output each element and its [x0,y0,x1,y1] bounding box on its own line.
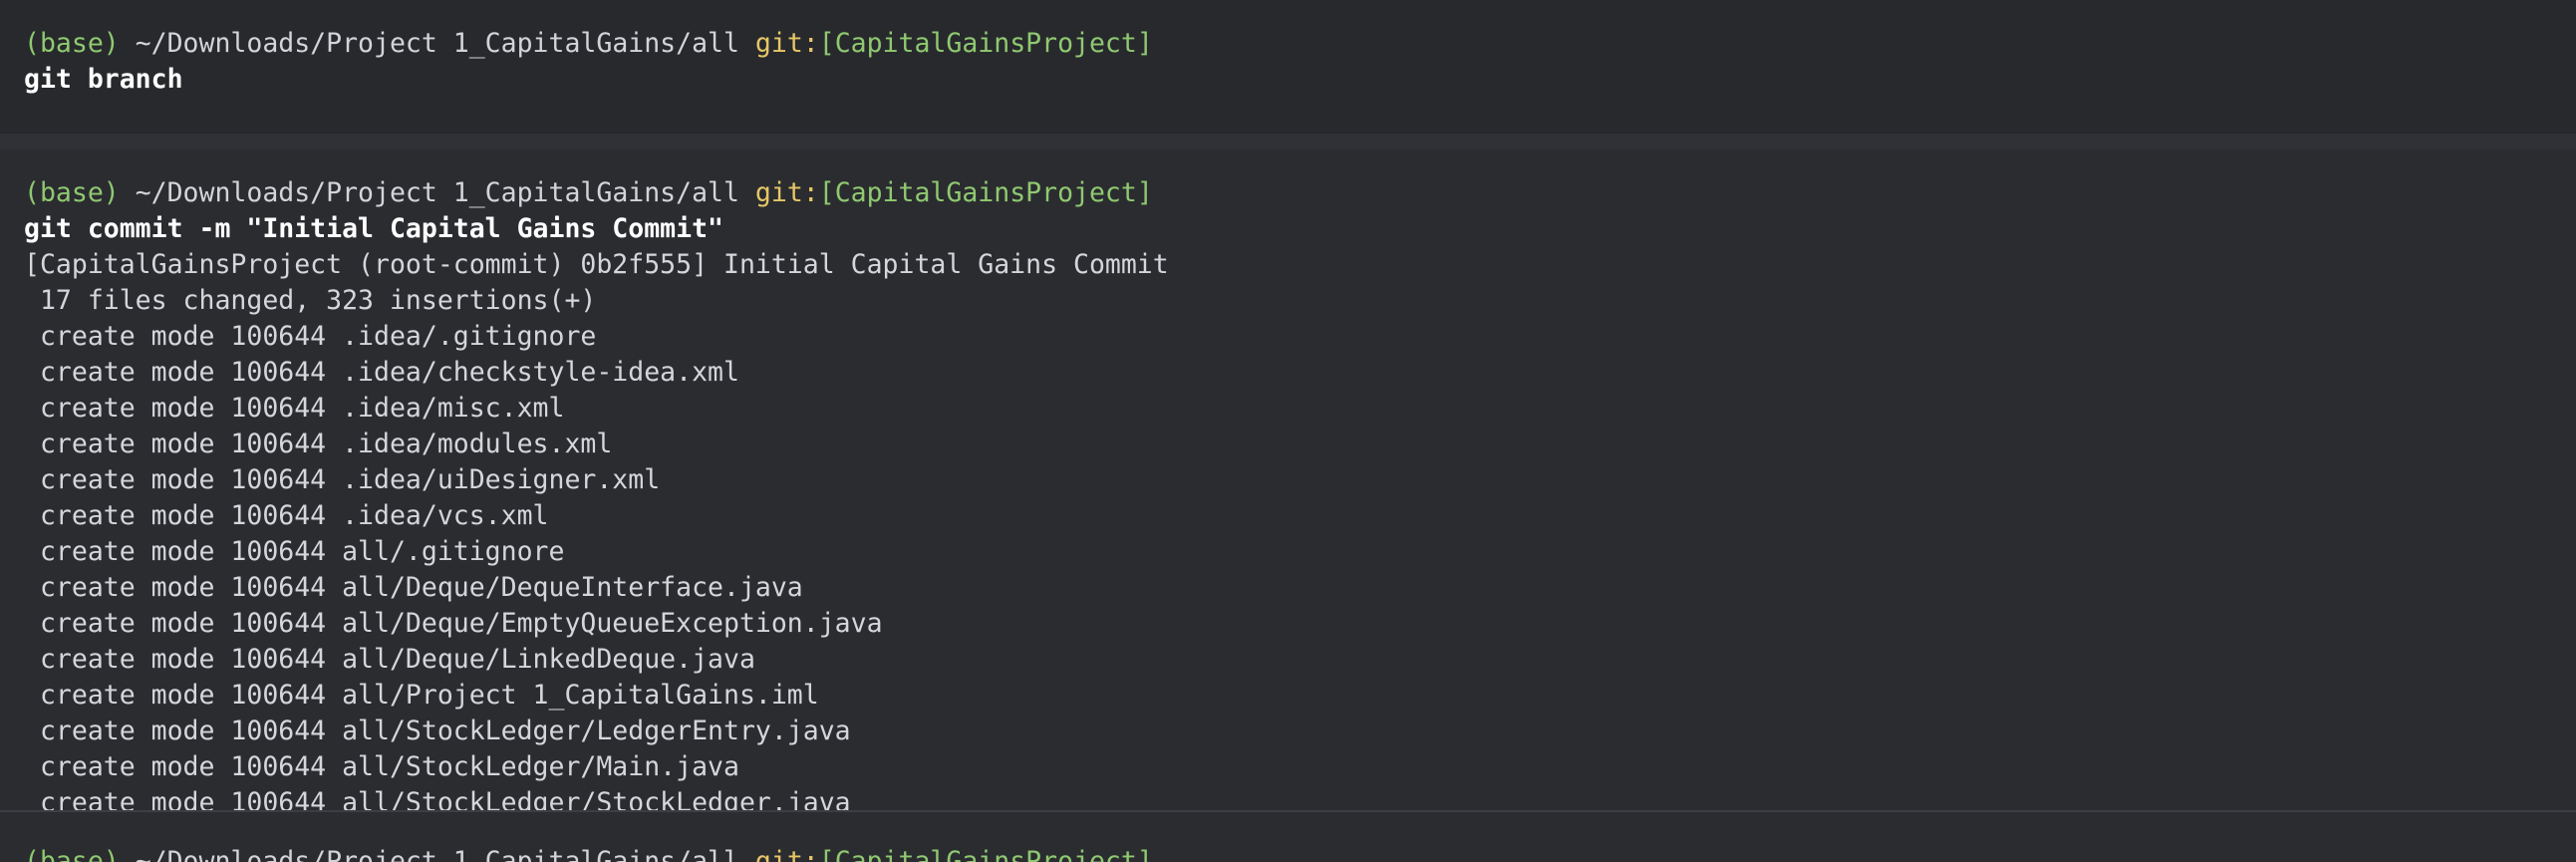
terminal-block-git-branch[interactable]: (base) ~/Downloads/Project 1_CapitalGain… [0,0,2576,134]
output-line: create mode 100644 .idea/uiDesigner.xml [24,464,661,495]
output-line: create mode 100644 all/Deque/EmptyQueueE… [24,608,883,639]
git-label: git: [754,846,819,862]
git-label: git: [754,177,819,208]
git-branch: [CapitalGainsProject] [818,846,1153,862]
output-line: create mode 100644 .idea/modules.xml [24,429,613,459]
working-directory: ~/Downloads/Project 1_CapitalGains/all [119,846,755,862]
output-line: create mode 100644 all/.gitignore [24,536,565,567]
command-output: [CapitalGainsProject (root-commit) 0b2f5… [24,247,2576,810]
output-line: 17 files changed, 323 insertions(+) [24,285,597,316]
output-line: create mode 100644 all/StockLedger/Ledge… [24,716,851,746]
command-text: git commit -m "Initial Capital Gains Com… [24,213,723,244]
prompt-line: (base) ~/Downloads/Project 1_CapitalGain… [24,844,2576,862]
conda-env: (base) [24,28,120,59]
prompt-line: (base) ~/Downloads/Project 1_CapitalGain… [24,175,2576,211]
output-line: create mode 100644 all/Deque/DequeInterf… [24,572,803,603]
git-label: git: [754,28,819,59]
command-text: git branch [24,64,183,95]
output-line: create mode 100644 .idea/checkstyle-idea… [24,357,739,388]
block-separator [0,134,2576,149]
output-line: create mode 100644 .idea/vcs.xml [24,500,549,531]
output-line: create mode 100644 all/StockLedger/Stock… [24,787,851,810]
output-line: create mode 100644 all/StockLedger/Main.… [24,751,739,782]
git-branch: [CapitalGainsProject] [818,28,1153,59]
output-line: create mode 100644 .idea/.gitignore [24,321,597,352]
working-directory: ~/Downloads/Project 1_CapitalGains/all [119,177,755,208]
output-line: create mode 100644 all/Deque/LinkedDeque… [24,644,755,675]
output-line: [CapitalGainsProject (root-commit) 0b2f5… [24,249,1169,280]
terminal-block-git-commit[interactable]: (base) ~/Downloads/Project 1_CapitalGain… [0,149,2576,810]
conda-env: (base) [24,846,120,862]
output-line: create mode 100644 .idea/misc.xml [24,393,565,424]
output-line: create mode 100644 all/Project 1_Capital… [24,680,819,711]
working-directory: ~/Downloads/Project 1_CapitalGains/all [119,28,755,59]
git-branch: [CapitalGainsProject] [818,177,1153,208]
prompt-line: (base) ~/Downloads/Project 1_CapitalGain… [24,26,2576,62]
terminal-block-active-prompt[interactable]: (base) ~/Downloads/Project 1_CapitalGain… [0,812,2576,862]
conda-env: (base) [24,177,120,208]
